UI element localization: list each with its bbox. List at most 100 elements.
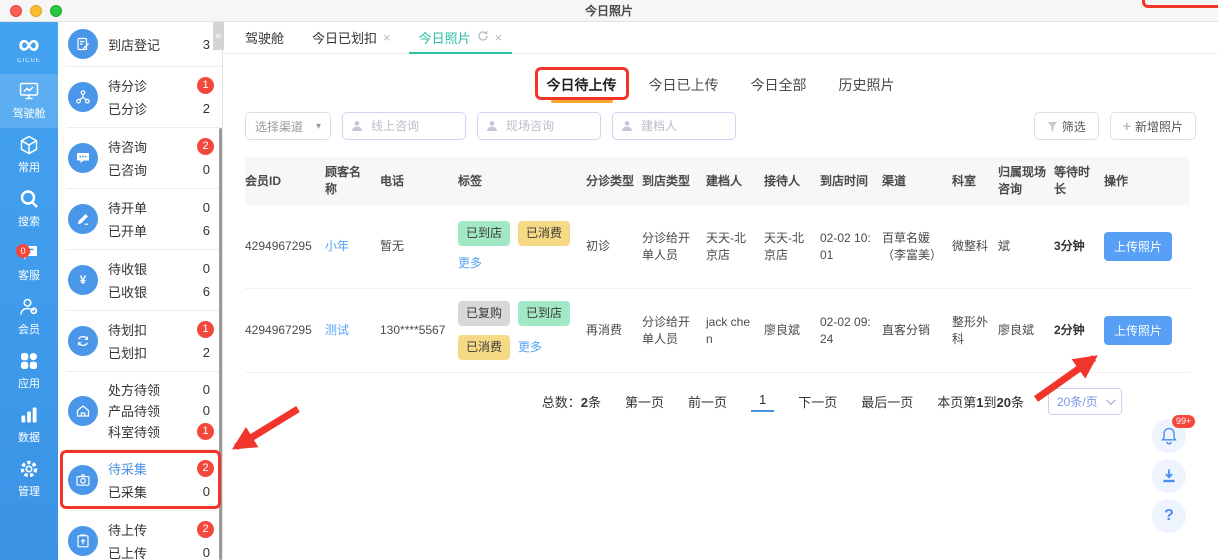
sidebar-item-captured[interactable]: 已采集 0 [108, 480, 214, 503]
app-window: 今日照片 ∞ CICUE 驾驶舱 常用 搜索 0 客服 会员 应用 数据 管理 … [0, 0, 1218, 560]
nav-item-member[interactable]: 会员 [0, 290, 58, 344]
clipboard-upload-icon [68, 526, 98, 556]
wait-duration: 2分钟 [1054, 323, 1085, 337]
filter-button[interactable]: 筛选 [1033, 112, 1099, 140]
channel-select[interactable]: 选择渠道 ▾ [245, 112, 331, 140]
active-subtab-underline [550, 100, 613, 103]
download-button[interactable] [1152, 459, 1186, 493]
person-icon [487, 121, 497, 131]
subtab-history[interactable]: 历史照片 [839, 75, 895, 103]
count: 6 [202, 223, 210, 238]
member-person-icon [18, 296, 40, 318]
count: 0 [202, 484, 210, 499]
sidebar-item-pending-consult[interactable]: 待咨询 2 [108, 135, 214, 158]
customer-name-link[interactable]: 小年 [325, 239, 349, 253]
next-page-button[interactable]: 下一页 [798, 392, 837, 411]
upload-photo-button[interactable]: 上传照片 [1104, 316, 1173, 345]
sidebar-item-rx-pickup[interactable]: 处方待领 0 [108, 379, 214, 400]
sidebar-item-pending-capture[interactable]: 待采集 2 [108, 457, 214, 480]
sidebar-item-deducted[interactable]: 已划扣 2 [108, 341, 214, 364]
sidebar-group-order: 待开单 0 已开单 6 [66, 188, 222, 249]
subtab-today-uploaded[interactable]: 今日已上传 [649, 75, 719, 103]
tag-arrived: 已到店 [458, 221, 511, 246]
sidebar-item-consulted[interactable]: 已咨询 0 [108, 158, 214, 181]
count: 0 [202, 382, 210, 397]
nav-item-search[interactable]: 搜索 [0, 182, 58, 236]
creator-field [612, 112, 736, 140]
count: 0 [202, 403, 210, 418]
logo-text: CICUE [17, 58, 41, 64]
dashboard-monitor-icon [18, 80, 40, 102]
help-button[interactable]: ? [1152, 499, 1186, 533]
tag-arrived: 已到店 [518, 301, 571, 326]
refresh-icon[interactable] [477, 30, 489, 45]
person-icon [352, 121, 362, 131]
close-window-button[interactable] [10, 5, 22, 17]
more-tags-link[interactable]: 更多 [458, 255, 482, 272]
nav-label: 客服 [18, 270, 40, 282]
count-badge: 2 [197, 460, 214, 477]
sidebar-item-pending-triage[interactable]: 待分诊 1 [108, 74, 214, 97]
page-size-select[interactable]: 20条/页 [1048, 388, 1122, 415]
subtab-today-all[interactable]: 今日全部 [751, 75, 807, 103]
table-row: 4294967295 小年 暂无 已到店 已消费 更多 初诊 分诊给开单人员 天… [245, 205, 1190, 289]
wait-duration: 3分钟 [1054, 239, 1085, 253]
question-mark-icon: ? [1164, 507, 1174, 524]
tag-repurchased: 已复购 [458, 301, 511, 326]
subtab-today-pending-upload[interactable]: 今日待上传 [534, 67, 629, 103]
more-tags-link[interactable]: 更多 [518, 339, 542, 356]
close-tab-icon[interactable]: × [495, 30, 503, 45]
first-page-button[interactable]: 第一页 [625, 392, 664, 411]
count: 0 [202, 545, 210, 560]
tab-dashboard[interactable]: 驾驶舱 [231, 22, 298, 53]
current-page[interactable]: 1 [750, 392, 775, 412]
tab-today-photos[interactable]: 今日照片 × [405, 22, 517, 54]
tag-consumed: 已消费 [518, 221, 571, 246]
nav-item-service[interactable]: 0 客服 [0, 236, 58, 290]
sidebar-item-cashiered[interactable]: 已收银 6 [108, 280, 214, 303]
notifications-button[interactable]: 99+ [1152, 415, 1196, 453]
sidebar-item-pending-order[interactable]: 待开单 0 [108, 196, 214, 219]
download-icon [1163, 469, 1175, 483]
window-title: 今日照片 [584, 4, 633, 18]
prev-page-button[interactable]: 前一页 [688, 392, 727, 411]
close-tab-icon[interactable]: × [383, 30, 391, 45]
sidebar-scrollbar[interactable] [219, 128, 222, 560]
sidebar-group-dispense: 处方待领 0 产品待领 0 科室待领 1 [66, 371, 222, 449]
tab-today-deducted[interactable]: 今日已划扣 × [298, 22, 405, 53]
nav-label: 数据 [18, 432, 40, 444]
sidebar-item-pending-upload[interactable]: 待上传 2 [108, 518, 214, 541]
notification-badge: 99+ [1172, 415, 1196, 428]
nav-item-admin[interactable]: 管理 [0, 452, 58, 506]
member-id: 4294967295 [245, 239, 312, 253]
app-grid-icon [18, 350, 40, 372]
sidebar-item-pending-cashier[interactable]: 待收银 0 [108, 257, 214, 280]
nav-item-data[interactable]: 数据 [0, 398, 58, 452]
table-header: 会员ID 顾客名称 电话 标签 分诊类型 到店类型 建档人 接待人 到店时间 渠… [245, 157, 1190, 205]
sidebar-item-triaged[interactable]: 已分诊 2 [108, 97, 214, 120]
maximize-window-button[interactable] [50, 5, 62, 17]
nav-label: 管理 [18, 486, 40, 498]
filter-bar: 选择渠道 ▾ 筛选 [223, 111, 1218, 141]
camera-icon [68, 465, 98, 495]
sidebar-item-ordered[interactable]: 已开单 6 [108, 219, 214, 242]
add-photo-button[interactable]: + 新增照片 [1109, 112, 1196, 140]
sidebar-item-dept-pickup[interactable]: 科室待领 1 [108, 421, 214, 442]
last-page-button[interactable]: 最后一页 [861, 392, 913, 411]
onsite-consultant: 廖良斌 [998, 323, 1035, 337]
primary-nav: 驾驶舱 常用 搜索 0 客服 会员 应用 数据 管理 [0, 74, 58, 506]
tag-list: 已到店 已消费 更多 [458, 221, 586, 272]
minimize-window-button[interactable] [30, 5, 42, 17]
collapse-sidebar-button[interactable]: « [213, 22, 224, 50]
upload-photo-button[interactable]: 上传照片 [1104, 232, 1173, 261]
nav-item-dashboard[interactable]: 驾驶舱 [0, 74, 58, 128]
sidebar-item-pending-deduct[interactable]: 待划扣 1 [108, 318, 214, 341]
sidebar-item-product-pickup[interactable]: 产品待领 0 [108, 400, 214, 421]
nav-item-common[interactable]: 常用 [0, 128, 58, 182]
count: 0 [202, 200, 210, 215]
nav-item-apps[interactable]: 应用 [0, 344, 58, 398]
cube-icon [18, 134, 40, 156]
sidebar-item-uploaded[interactable]: 已上传 0 [108, 541, 214, 560]
customer-name-link[interactable]: 测试 [325, 323, 349, 337]
sidebar-item-arrival-register[interactable]: 到店登记 3 [108, 33, 214, 56]
